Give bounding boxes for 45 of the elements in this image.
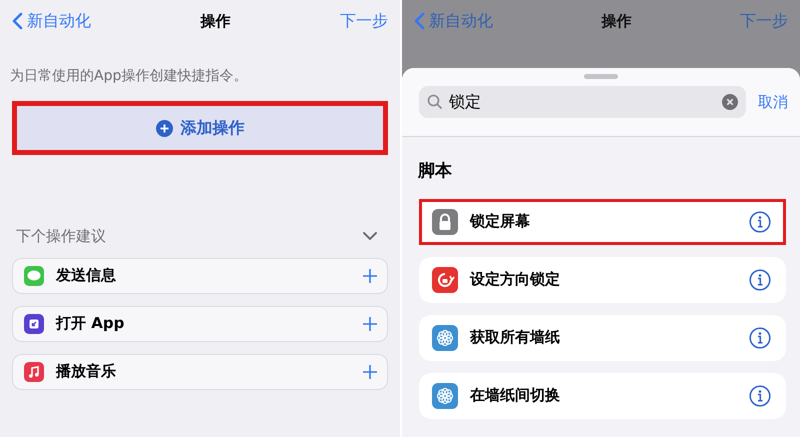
arrow-square-icon <box>24 314 44 334</box>
flower-icon <box>432 382 458 408</box>
description-text: 为日常使用的App操作创建快捷指令。 <box>9 67 248 86</box>
action-row[interactable]: 在墙纸间切换 <box>419 372 786 418</box>
action-row[interactable]: 设定方向锁定 <box>419 256 786 302</box>
back-button[interactable]: 新自动化 <box>12 9 91 33</box>
suggestion-row[interactable]: 打开 App <box>12 306 388 342</box>
clear-icon[interactable] <box>722 94 738 110</box>
suggestion-label: 打开 App <box>56 313 126 334</box>
plus-circle-icon <box>156 120 172 136</box>
suggestion-label: 发送信息 <box>56 265 117 286</box>
rotation-lock-icon <box>432 266 458 292</box>
next-button[interactable]: 下一步 <box>340 9 388 33</box>
nav-title: 操作 <box>200 10 230 32</box>
info-icon[interactable] <box>749 326 771 348</box>
action-label: 获取所有墙纸 <box>470 327 561 348</box>
suggestion-row[interactable]: 播放音乐 <box>12 354 388 390</box>
plus-icon[interactable] <box>363 364 377 378</box>
plus-icon[interactable] <box>363 316 377 330</box>
back-icon <box>414 12 425 30</box>
action-label: 设定方向锁定 <box>470 269 561 290</box>
plus-icon[interactable] <box>363 268 377 282</box>
music-note-icon <box>24 362 44 382</box>
speech-bubble-icon <box>24 266 44 286</box>
flower-icon <box>432 324 458 350</box>
suggestion-row[interactable]: 发送信息 <box>12 258 388 294</box>
section-header: 下个操作建议 <box>16 226 106 247</box>
nav-title: 操作 <box>602 10 632 32</box>
action-row[interactable]: 获取所有墙纸 <box>419 314 786 360</box>
action-label: 锁定屏幕 <box>470 211 531 232</box>
action-label: 在墙纸间切换 <box>470 385 561 406</box>
add-action-button[interactable]: 添加操作 <box>17 106 383 150</box>
lock-icon <box>432 208 458 234</box>
info-icon[interactable] <box>749 268 771 290</box>
search-text: 锁定 <box>449 91 482 113</box>
back-icon <box>12 12 23 30</box>
action-row[interactable]: 锁定屏幕 <box>419 198 786 244</box>
section-header: 脚本 <box>418 160 453 183</box>
info-icon[interactable] <box>749 384 771 406</box>
suggestion-label: 播放音乐 <box>56 361 117 382</box>
info-icon[interactable] <box>749 210 771 232</box>
search-field[interactable]: 锁定 <box>419 86 746 118</box>
search-icon <box>427 94 443 110</box>
cancel-button[interactable]: 取消 <box>758 90 788 114</box>
grabber-handle[interactable] <box>584 74 618 79</box>
